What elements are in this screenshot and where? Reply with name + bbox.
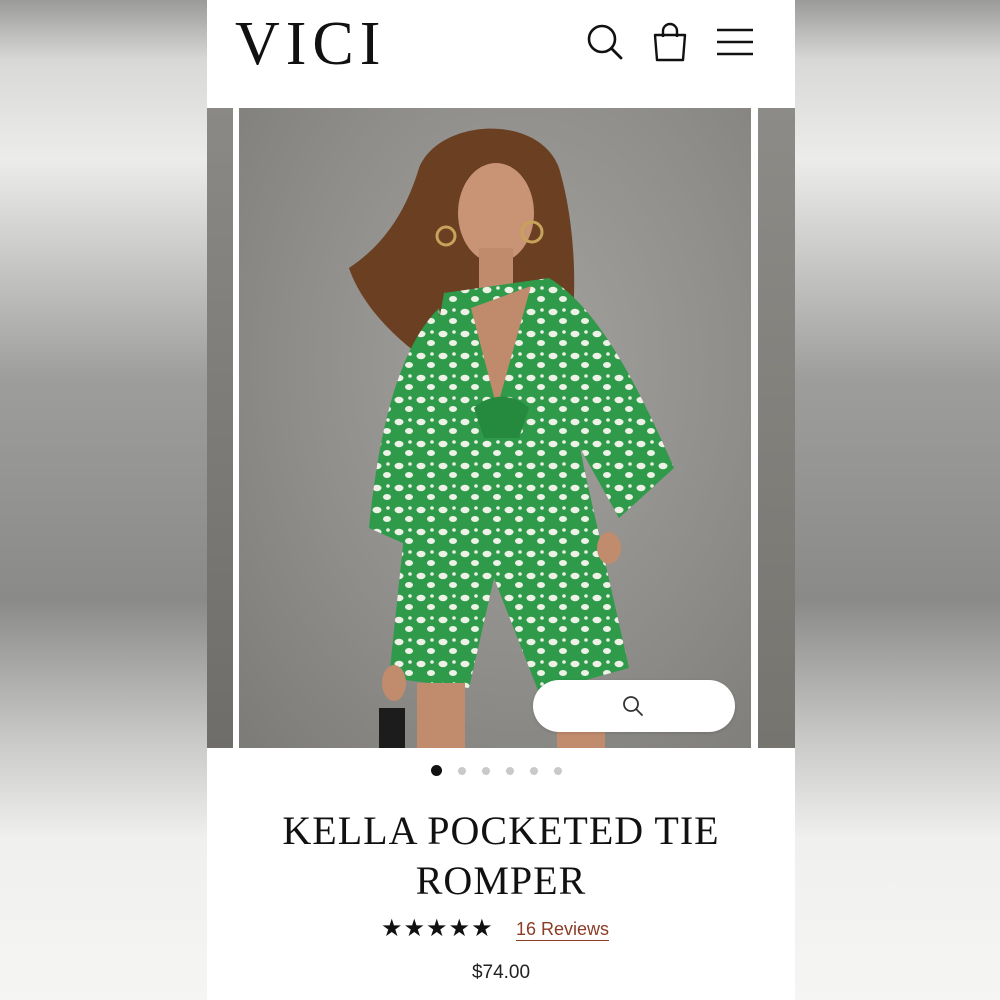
product-price: $74.00 bbox=[471, 962, 531, 983]
product-title: KELLA POCKETED TIE ROMPER bbox=[282, 808, 720, 903]
search-icon bbox=[621, 694, 645, 718]
star-rating-icon: ★★★★★ bbox=[381, 915, 494, 942]
pagination-dot-5[interactable] bbox=[530, 767, 538, 775]
menu-icon[interactable] bbox=[713, 20, 757, 64]
pagination-dot-2[interactable] bbox=[458, 767, 466, 775]
search-icon[interactable] bbox=[583, 20, 627, 64]
carousel-pagination bbox=[207, 765, 795, 779]
zoom-button[interactable] bbox=[533, 680, 735, 732]
pagination-dot-1[interactable] bbox=[431, 765, 442, 776]
previous-slide-preview[interactable] bbox=[207, 108, 233, 748]
site-header: VICI bbox=[207, 0, 795, 108]
reviews-link[interactable]: 16 Reviews bbox=[516, 918, 610, 941]
next-slide-preview[interactable] bbox=[758, 108, 795, 748]
pagination-dot-6[interactable] bbox=[554, 767, 562, 775]
pagination-dot-3[interactable] bbox=[482, 767, 490, 775]
product-image-carousel[interactable] bbox=[207, 108, 795, 748]
phone-screen: VICI KELLA POCKETED TIE ROMPER ★★★★★ 16 … bbox=[207, 0, 795, 1000]
brand-logo[interactable]: VICI bbox=[235, 8, 386, 80]
pagination-dot-4[interactable] bbox=[506, 767, 514, 775]
product-image[interactable] bbox=[239, 108, 751, 748]
shopping-bag-icon[interactable] bbox=[648, 20, 692, 64]
